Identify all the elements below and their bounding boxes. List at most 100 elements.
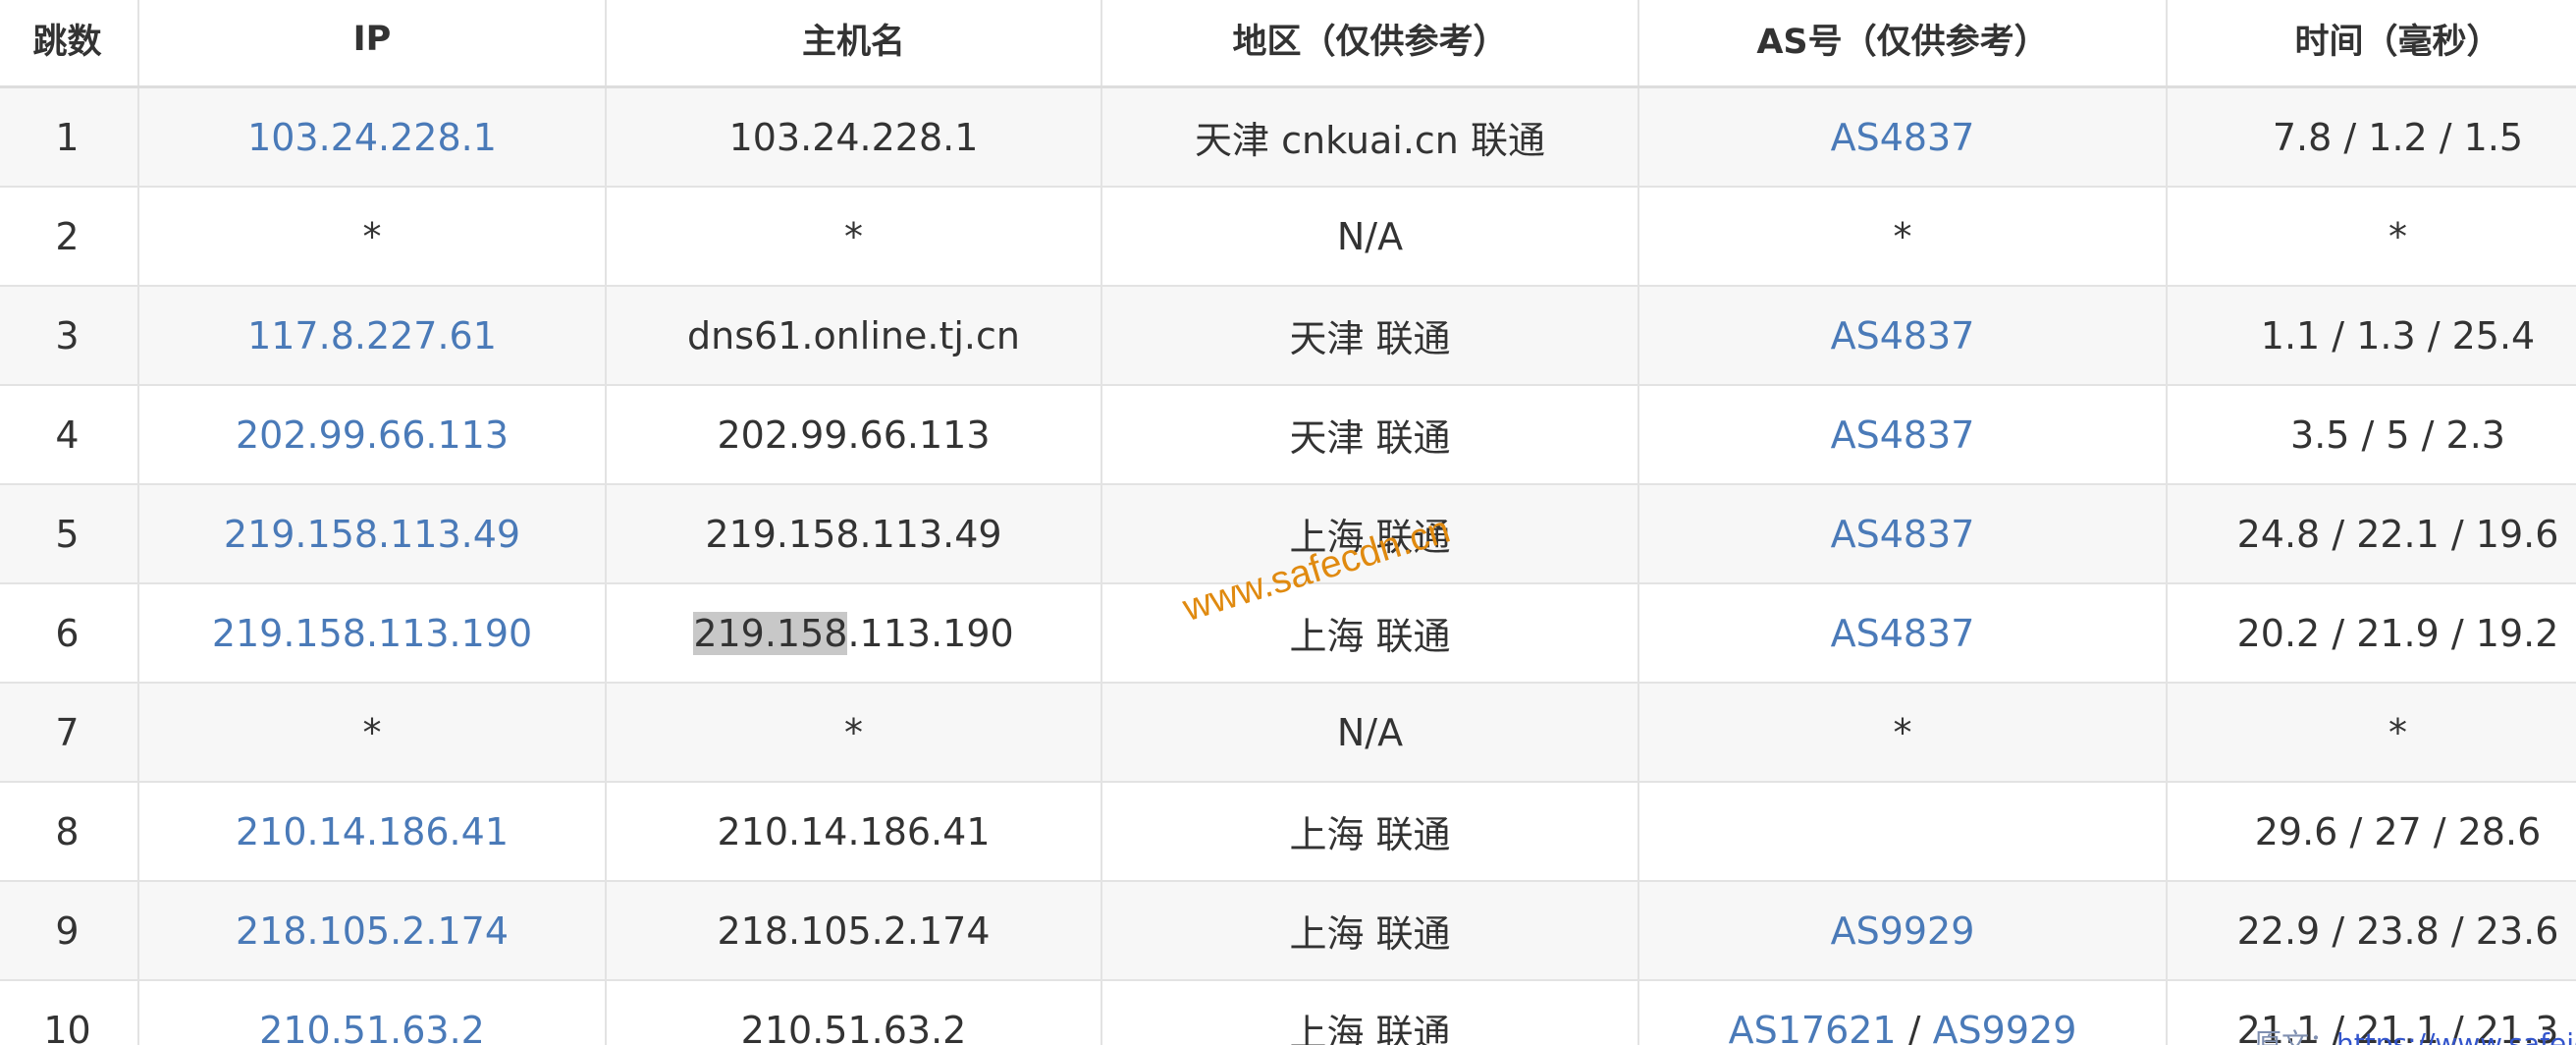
traceroute-table: 跳数 IP 主机名 地区（仅供参考） AS号（仅供参考） 时间（毫秒） 1 10… [0,0,2576,1045]
ip-cell: 210.51.63.2 [137,979,606,1045]
hostname-cell: * [605,186,1101,286]
table-row: 8 210.14.186.41 210.14.186.41 上海 联通 29.6… [0,781,2576,881]
hop-number: 3 [0,285,138,385]
region-cell: N/A [1100,186,1638,286]
hostname-cell: 103.24.228.1 [605,85,1101,187]
asn-link[interactable]: AS4837 [1831,314,1975,358]
hop-number: 5 [0,483,138,583]
hostname-cell: 219.158.113.49 [605,483,1101,583]
time-cell: 1.1 / 1.3 / 25.4 [2166,285,2576,385]
asn-cell: AS4837 [1637,483,2167,583]
region-cell: 上海 联通 [1100,979,1638,1045]
asn-link[interactable]: AS9929 [1933,1009,2077,1045]
source-url[interactable]: https://www.safeidc.cn [2336,1027,2576,1045]
source-link[interactable]: 原文：https://www.safeidc.cn [2254,1022,2576,1045]
table-row: 1 103.24.228.1 103.24.228.1 天津 cnkuai.cn… [0,85,2576,187]
time-cell: 3.5 / 5 / 2.3 [2166,384,2576,484]
ip-link[interactable]: 103.24.228.1 [247,116,497,159]
asn-cell: AS4837 [1637,85,2167,187]
ip-link[interactable]: 210.51.63.2 [259,1009,485,1045]
table-row: 3 117.8.227.61 dns61.online.tj.cn 天津 联通 … [0,285,2576,385]
time-cell: * [2166,682,2576,782]
region-cell: 上海 联通 [1100,781,1638,881]
ip-link[interactable]: 117.8.227.61 [247,314,497,358]
header-hop: 跳数 [0,0,138,88]
header-region: 地区（仅供参考） [1100,0,1638,88]
ip-cell: 202.99.66.113 [137,384,606,484]
table-row: 2 * * N/A * * [0,186,2576,286]
asn-link[interactable]: AS4837 [1831,513,1975,556]
time-cell: 20.2 / 21.9 / 19.2 [2166,582,2576,683]
hostname-cell: 210.51.63.2 [605,979,1101,1045]
ip-link[interactable]: 219.158.113.190 [212,612,532,655]
hop-number: 6 [0,582,138,683]
table-row: 5 219.158.113.49 219.158.113.49 上海 联通 AS… [0,483,2576,583]
ip-link[interactable]: 202.99.66.113 [236,413,509,457]
asn-cell: AS17621 / AS9929 [1637,979,2167,1045]
asn-cell: * [1637,186,2167,286]
ip-link[interactable]: 210.14.186.41 [236,810,509,853]
time-cell: 24.8 / 22.1 / 19.6 [2166,483,2576,583]
ip-cell: 219.158.113.190 [137,582,606,683]
hostname-rest: .113.190 [847,611,1014,655]
table-row: 10 210.51.63.2 210.51.63.2 上海 联通 AS17621… [0,979,2576,1045]
time-cell: 29.6 / 27 / 28.6 [2166,781,2576,881]
asn-link[interactable]: AS9929 [1831,909,1975,953]
hop-number: 8 [0,781,138,881]
hop-number: 2 [0,186,138,286]
table-header-row: 跳数 IP 主机名 地区（仅供参考） AS号（仅供参考） 时间（毫秒） [0,0,2576,88]
header-hostname: 主机名 [605,0,1101,88]
asn-separator: / [1896,1008,1933,1045]
asn-cell [1637,781,2167,881]
region-cell: 上海 联通 [1100,483,1638,583]
hostname-cell: 210.14.186.41 [605,781,1101,881]
ip-cell: 117.8.227.61 [137,285,606,385]
ip-cell: * [137,682,606,782]
region-cell: N/A [1100,682,1638,782]
header-asn: AS号（仅供参考） [1637,0,2167,88]
traceroute-page: 跳数 IP 主机名 地区（仅供参考） AS号（仅供参考） 时间（毫秒） 1 10… [0,0,2576,1045]
table-row: 7 * * N/A * * [0,682,2576,782]
hostname-cell: 218.105.2.174 [605,880,1101,980]
ip-cell: 103.24.228.1 [137,85,606,187]
time-cell: 7.8 / 1.2 / 1.5 [2166,85,2576,187]
time-cell: * [2166,186,2576,286]
header-time: 时间（毫秒） [2166,0,2576,88]
asn-cell: AS4837 [1637,384,2167,484]
ip-cell: 219.158.113.49 [137,483,606,583]
hop-number: 10 [0,979,138,1045]
time-cell: 22.9 / 23.8 / 23.6 [2166,880,2576,980]
region-cell: 天津 cnkuai.cn 联通 [1100,85,1638,187]
source-prefix: 原文： [2254,1027,2337,1045]
region-cell: 天津 联通 [1100,384,1638,484]
table-row: 4 202.99.66.113 202.99.66.113 天津 联通 AS48… [0,384,2576,484]
region-cell: 天津 联通 [1100,285,1638,385]
table-row: 9 218.105.2.174 218.105.2.174 上海 联通 AS99… [0,880,2576,980]
asn-link[interactable]: AS4837 [1831,116,1975,159]
ip-link[interactable]: 218.105.2.174 [236,909,509,953]
hop-number: 9 [0,880,138,980]
ip-cell: 218.105.2.174 [137,880,606,980]
hostname-cell: dns61.online.tj.cn [605,285,1101,385]
asn-cell: AS4837 [1637,285,2167,385]
region-cell: 上海 联通 [1100,880,1638,980]
hostname-cell: 202.99.66.113 [605,384,1101,484]
hop-number: 4 [0,384,138,484]
table-row: 6 219.158.113.190 219.158.113.190 上海 联通 … [0,582,2576,683]
asn-link[interactable]: AS4837 [1831,612,1975,655]
ip-link[interactable]: 219.158.113.49 [224,513,520,556]
asn-link[interactable]: AS17621 [1729,1009,1897,1045]
hostname-cell: 219.158.113.190 [605,582,1101,683]
asn-link[interactable]: AS4837 [1831,413,1975,457]
hop-number: 7 [0,682,138,782]
ip-cell: 210.14.186.41 [137,781,606,881]
ip-cell: * [137,186,606,286]
asn-cell: * [1637,682,2167,782]
hostname-cell: * [605,682,1101,782]
hop-number: 1 [0,85,138,187]
text-selection-highlight: 219.158 [693,611,848,655]
region-cell: 上海 联通 [1100,582,1638,683]
asn-cell: AS4837 [1637,582,2167,683]
header-ip: IP [137,0,606,88]
asn-cell: AS9929 [1637,880,2167,980]
